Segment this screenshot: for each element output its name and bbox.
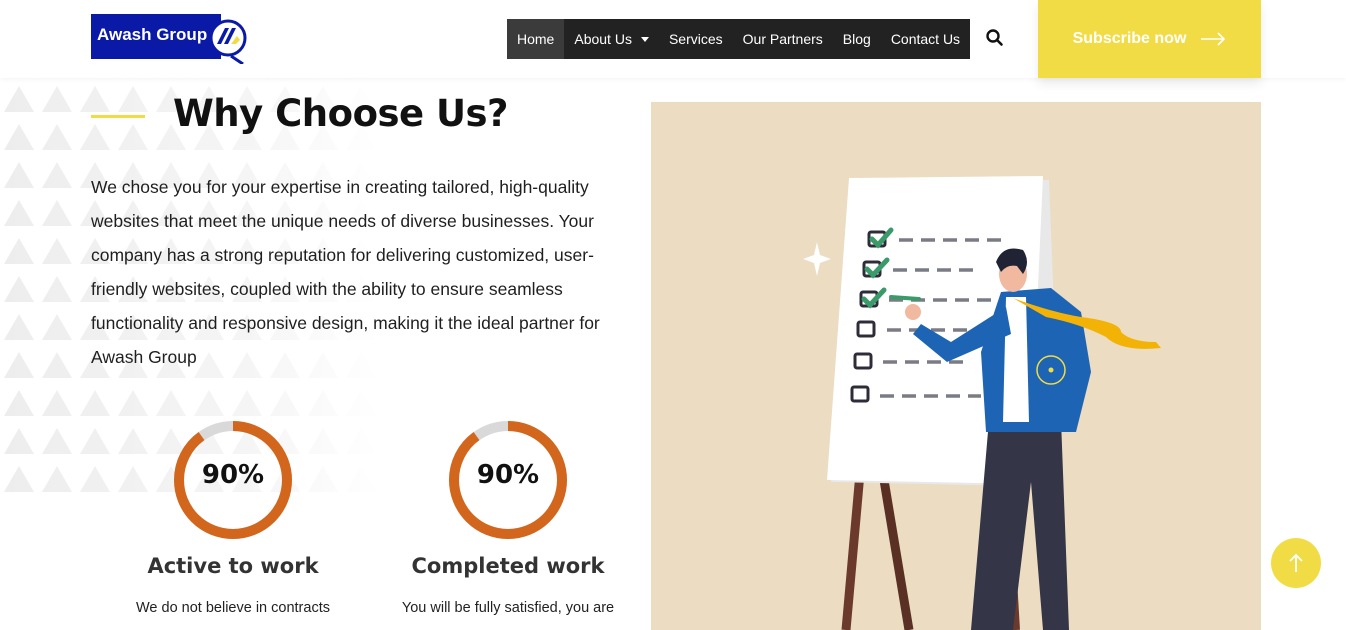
stat-description: You will be fully satisfied, you are xyxy=(401,600,615,616)
nav-item-contact-us[interactable]: Contact Us xyxy=(881,19,970,59)
stat-completed-work: 90% Completed work You will be fully sat… xyxy=(378,418,638,630)
brand-name: Awash Group xyxy=(97,25,208,44)
arrow-up-icon xyxy=(1289,553,1303,572)
nav-item-services[interactable]: Services xyxy=(659,19,733,59)
stat-title: Completed work xyxy=(411,554,605,578)
nav-label: Contact Us xyxy=(890,31,961,47)
section-title: Why Choose Us? xyxy=(173,92,509,135)
nav-label: Blog xyxy=(842,31,871,47)
brand-logo[interactable]: Awash Group xyxy=(91,14,249,64)
nav-item-home[interactable]: Home xyxy=(507,19,565,59)
subscribe-button[interactable]: Subscribe now xyxy=(1038,0,1261,78)
stat-title: Active to work xyxy=(147,554,319,578)
section-intro: We chose you for your expertise in creat… xyxy=(91,177,600,367)
nav-item-blog[interactable]: Blog xyxy=(833,19,881,59)
arrow-right-icon xyxy=(1201,32,1226,46)
businessman-checklist-image xyxy=(803,176,1161,630)
nav-item-our-partners[interactable]: Our Partners xyxy=(733,19,833,59)
logo-mark-icon xyxy=(209,19,247,64)
stat-active-to-work: 90% Active to work We do not believe in … xyxy=(103,418,363,630)
main-nav: Home About Us Services Our Partners Blog… xyxy=(507,19,970,59)
chevron-down-icon xyxy=(640,36,649,42)
site-header: Awash Group Home About Us Services Our P… xyxy=(0,0,1346,78)
nav-label: Our Partners xyxy=(742,31,823,47)
subscribe-label: Subscribe now xyxy=(1072,30,1187,47)
stat-value: 90% xyxy=(201,460,265,490)
nav-label: Home xyxy=(517,31,555,47)
stat-value: 90% xyxy=(476,460,540,490)
search-icon[interactable] xyxy=(984,27,1006,49)
scroll-to-top-button[interactable] xyxy=(1271,538,1321,588)
nav-label: About Us xyxy=(574,31,632,47)
nav-item-about-us[interactable]: About Us xyxy=(564,19,659,59)
title-accent-line xyxy=(91,115,145,118)
checklist-illustration xyxy=(651,102,1261,630)
nav-label: Services xyxy=(668,31,723,47)
stat-description: We do not believe in contracts xyxy=(136,600,330,616)
